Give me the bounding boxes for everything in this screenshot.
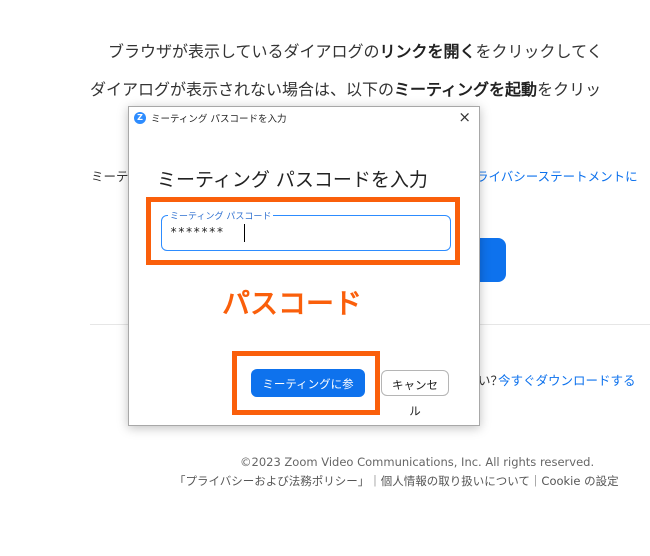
open-link-emphasis: リンクを開く — [379, 42, 476, 61]
passcode-highlight-box — [146, 197, 460, 265]
join-button-highlight-box — [232, 351, 380, 415]
instruction-line-1-pre: ブラウザが表示しているダイアログの — [108, 42, 380, 61]
download-now-link[interactable]: 今すぐダウンロードする — [498, 370, 636, 389]
instruction-line-2: ダイアログが表示されない場合は、以下のミーティングを起動をクリッ — [90, 76, 601, 100]
passcode-annotation-label: パスコード — [222, 287, 363, 320]
close-icon[interactable]: × — [458, 108, 471, 126]
footer-links[interactable]: 「プライバシーおよび法務ポリシー」｜個人情報の取り扱いについて｜Cookie の… — [174, 473, 619, 489]
cancel-button[interactable]: キャンセル — [381, 370, 449, 418]
dialog-titlebar[interactable]: Z ミーティング パスコードを入力 × — [129, 107, 479, 129]
zoom-logo-icon: Z — [134, 112, 146, 124]
terms-text: ミーテ — [91, 169, 129, 184]
copyright-text: ©2023 Zoom Video Communications, Inc. Al… — [240, 455, 595, 469]
launch-meeting-emphasis: ミーティングを起動 — [394, 80, 538, 99]
instruction-line-2-pre: ダイアログが表示されない場合は、以下の — [90, 80, 395, 99]
instruction-line-2-post: をクリッ — [537, 80, 602, 99]
privacy-statement-link[interactable]: ライバシーステートメントに — [476, 166, 638, 185]
instruction-line-1-post: をクリックしてく — [475, 42, 603, 61]
instruction-line-1: ブラウザが表示しているダイアログのリンクを開くをクリックしてく — [108, 38, 603, 62]
dialog-title: ミーティング パスコードを入力 — [151, 114, 287, 125]
dialog-heading: ミーティング パスコードを入力 — [157, 169, 428, 191]
